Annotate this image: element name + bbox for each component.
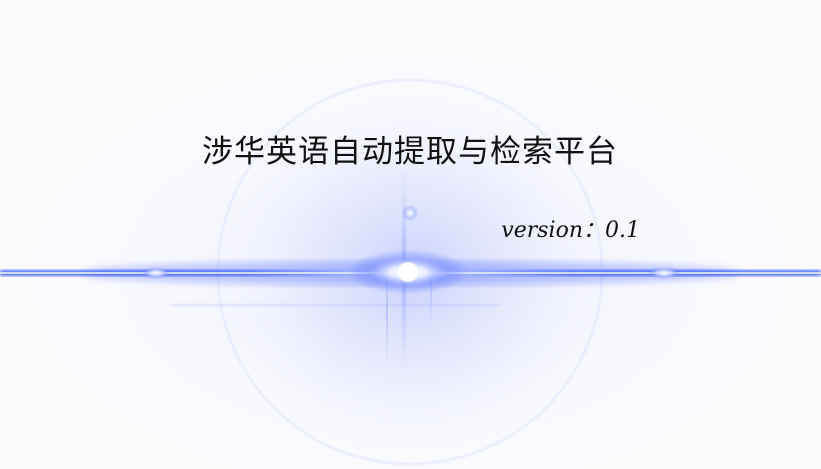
splash-screen: 涉华英语自动提取与检索平台 version：0.1 bbox=[0, 0, 821, 469]
lens-flare-graphic bbox=[0, 72, 821, 469]
version-label: version：0.1 bbox=[501, 218, 640, 243]
app-title: 涉华英语自动提取与检索平台 bbox=[202, 134, 618, 170]
